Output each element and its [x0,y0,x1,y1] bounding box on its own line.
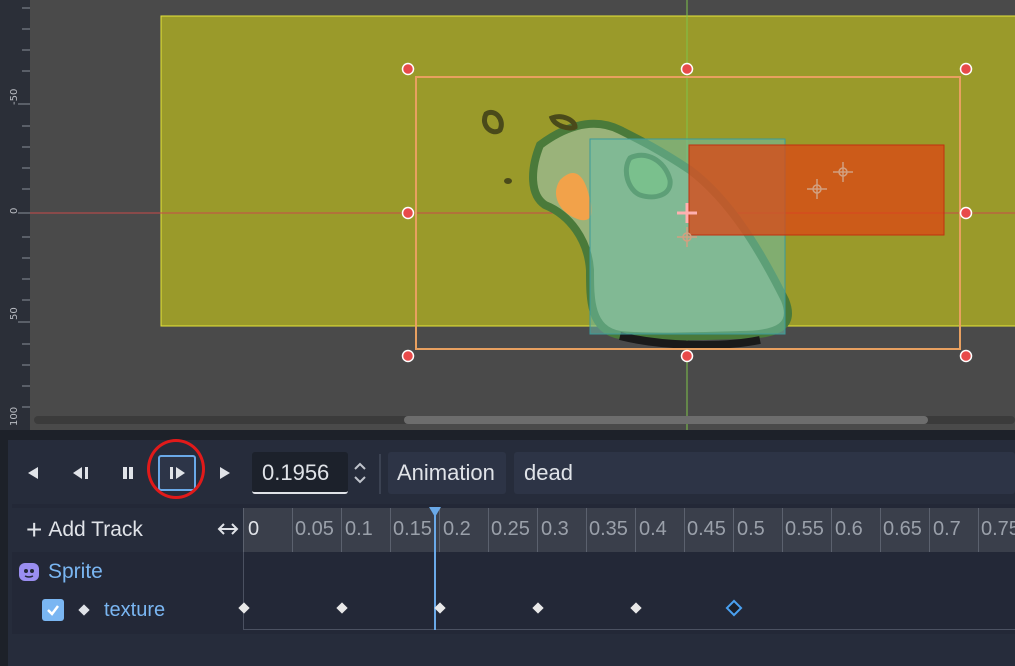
scene-canvas[interactable] [0,0,1015,430]
timeline-tick-label: 0.75 [981,518,1015,540]
expand-horizontal-icon[interactable] [217,518,239,540]
selection-handle[interactable] [401,62,415,76]
toolbar-separator [379,454,381,494]
keyframe-lane[interactable] [243,552,1015,630]
pause-button[interactable] [111,456,145,490]
timeline-tick-label: 0.35 [589,518,628,540]
add-track-label: Add Track [48,518,143,541]
timeline-tick [684,508,685,552]
timeline-tick [292,508,293,552]
selection-handle[interactable] [680,62,694,76]
timeline-tick-label: 0.7 [933,518,961,540]
play-backwards-from-current-button[interactable] [64,456,98,490]
timeline-tick [831,508,832,552]
node-name: Sprite [48,560,103,583]
track-node-sprite[interactable]: Sprite [18,557,103,587]
timeline-tick-label: 0.3 [541,518,569,540]
timeline-tick-label: 0.4 [639,518,667,540]
ruler-label: 100 [9,406,20,426]
canvas-viewport[interactable]: -50 0 50 100 [0,0,1015,430]
time-spinner[interactable] [350,452,370,494]
timeline-tick [929,508,930,552]
scrollbar-thumb[interactable] [404,416,928,424]
playhead-handle[interactable] [428,507,441,517]
track-row-texture[interactable]: texture [42,596,165,624]
selection-handle[interactable] [401,206,415,220]
selection-handle[interactable] [680,349,694,363]
pause-icon [123,467,133,479]
play-backwards-from-current-icon [73,467,88,479]
timeline-tick [243,508,244,552]
lane-divider [243,629,1015,630]
time-input[interactable]: 0.1956 [252,452,348,494]
ruler-label: 0 [9,207,20,214]
timeline-ruler[interactable]: 0 0.05 0.1 0.15 0.2 0.25 0.3 0.35 0.4 0.… [243,508,1015,552]
track-property-name: texture [104,598,166,621]
timeline-tick [586,508,587,552]
timeline-tick-label: 0.6 [835,518,863,540]
timeline-tick-label: 0.65 [883,518,922,540]
timeline-tick [635,508,636,552]
play-backwards-button[interactable] [16,456,50,490]
track-enabled-checkbox[interactable] [42,599,64,621]
timeline-tick-label: 0.45 [687,518,726,540]
timeline-tick-label: 0.5 [737,518,765,540]
horizontal-scrollbar[interactable] [34,416,1015,424]
timeline-tick [488,508,489,552]
animation-menu-button[interactable]: Animation [388,452,506,494]
selection-handle[interactable] [959,62,973,76]
play-button[interactable] [208,456,242,490]
timeline-tick [733,508,734,552]
timeline-tick [880,508,881,552]
timeline-tick-label: 0 [248,518,260,540]
ruler-label: -50 [9,88,20,105]
ruler-label: 50 [9,307,20,320]
selection-handle[interactable] [959,349,973,363]
add-track-button[interactable]: + Add Track [26,514,143,546]
play-from-current-button[interactable] [158,455,196,491]
selection-handle[interactable] [401,349,415,363]
keyframe-type-icon [78,604,90,616]
timeline-tick [978,508,979,552]
timeline-tick-label: 0.05 [295,518,334,540]
play-icon [220,467,230,479]
selection-handle[interactable] [959,206,973,220]
timeline-tick [537,508,538,552]
timeline-tick [390,508,391,552]
plus-icon: + [26,514,43,545]
timeline-tick-label: 0.55 [785,518,824,540]
play-backwards-icon [28,467,38,479]
vertical-ruler: -50 0 50 100 [0,0,30,430]
checkmark-icon [47,605,59,616]
playhead-line[interactable] [433,508,436,630]
play-from-current-icon [170,467,185,479]
spinner-arrows-icon [354,462,366,484]
animation-select[interactable]: dead [514,452,1015,494]
timeline-tick-label: 0.25 [491,518,530,540]
timeline-tick-label: 0.1 [345,518,373,540]
timeline-tick-label: 0.15 [393,518,432,540]
timeline-tick-label: 0.2 [443,518,471,540]
timeline-tick [782,508,783,552]
sprite-node-icon [19,563,39,581]
timeline-tick [341,508,342,552]
